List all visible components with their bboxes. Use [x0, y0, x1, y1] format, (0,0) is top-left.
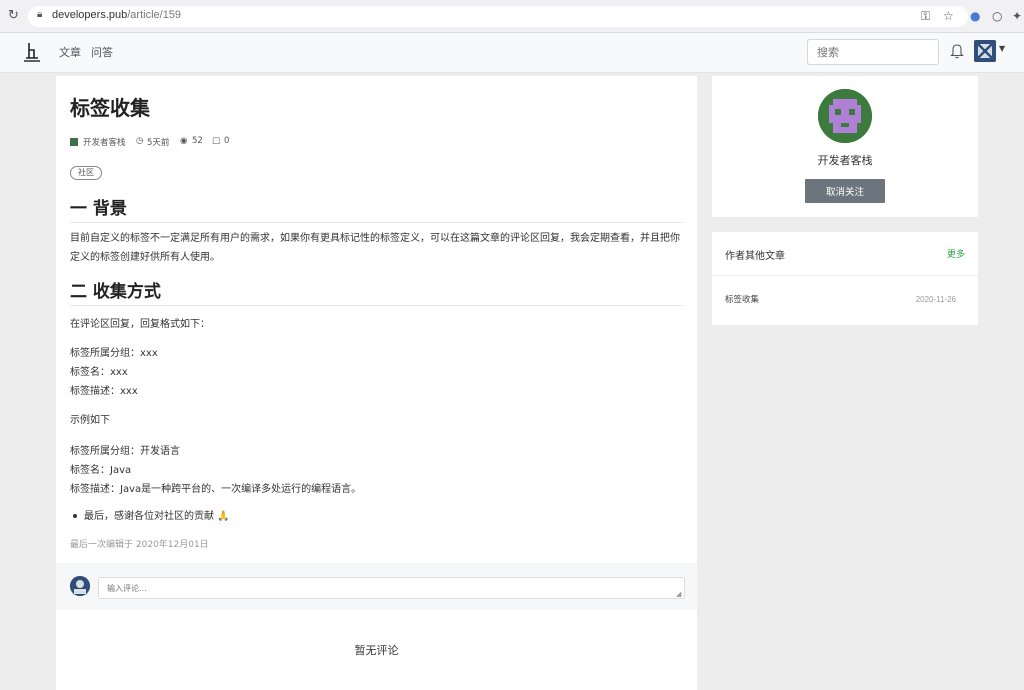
format-line: 标签描述：xxx	[70, 382, 138, 397]
nav-articles[interactable]: 文章	[59, 44, 81, 60]
address-bar[interactable]: 🔒︎ developers.pub/article/159	[28, 6, 968, 27]
example-line: 标签描述：Java是一种跨平台的、一次编译多处运行的编程语言。	[70, 480, 361, 495]
author-name[interactable]: 开发者客栈	[83, 136, 126, 148]
url-text: developers.pub/article/159	[52, 9, 181, 21]
bullet-marker	[73, 514, 77, 518]
reload-icon[interactable]: ↻	[8, 8, 19, 23]
thanks-bullet: 最后，感谢各位对社区的贡献 🙏	[84, 507, 230, 522]
nav-questions[interactable]: 问答	[91, 44, 113, 60]
eye-icon: ◉	[180, 136, 187, 146]
resize-handle-icon[interactable]: ◢	[676, 590, 694, 608]
other-articles-header: 作者其他文章 更多	[712, 232, 978, 276]
comment-icon: □	[212, 136, 220, 146]
author-name-large[interactable]: 开发者客栈	[712, 152, 978, 168]
comment-input[interactable]	[98, 577, 685, 599]
comment-count: 0	[224, 136, 229, 146]
section-heading-background: 一 背景	[70, 194, 683, 223]
comment-bar: ◢	[56, 563, 697, 610]
author-avatar	[70, 138, 78, 146]
unfollow-button[interactable]: 取消关注	[805, 179, 885, 203]
time-ago: 5天前	[147, 136, 169, 148]
format-line: 标签所属分组：xxx	[70, 344, 158, 359]
browser-toolbar: ↻ 🔒︎ developers.pub/article/159 ⚿ ☆ ● ○ …	[0, 0, 1024, 33]
author-avatar-large[interactable]	[818, 89, 872, 143]
url-path: /article/159	[127, 9, 181, 21]
example-line: 标签名：Java	[70, 461, 131, 476]
tag-badge[interactable]: 社区	[70, 166, 102, 180]
lock-icon: 🔒︎	[37, 9, 42, 20]
other-article-link[interactable]: 标签收集	[725, 293, 759, 305]
puzzle-icon[interactable]: ✦	[1012, 9, 1022, 23]
other-articles-title: 作者其他文章	[725, 247, 785, 262]
extension-icon[interactable]: ●	[970, 9, 980, 23]
clock-icon: ◷	[136, 136, 143, 146]
other-articles-card: 作者其他文章 更多 标签收集 2020-11-26	[712, 232, 978, 325]
format-line: 标签名：xxx	[70, 363, 128, 378]
example-label: 示例如下	[70, 411, 110, 426]
more-link[interactable]: 更多	[947, 247, 965, 260]
bookmark-star-icon[interactable]: ☆	[943, 9, 954, 23]
key-icon[interactable]: ⚿	[921, 9, 930, 24]
site-logo-icon[interactable]	[22, 41, 42, 63]
user-avatar[interactable]	[974, 40, 996, 62]
background-paragraph: 目前自定义的标签不一定满足所有用户的需求，如果你有更具标记性的标签定义，可以在这…	[70, 229, 686, 267]
url-host: developers.pub	[52, 9, 127, 21]
article-card: 标签收集 开发者客栈 ◷ 5天前 ◉ 52 □ 0 社区 一 背景 目前自定义的…	[56, 76, 697, 563]
author-card: 开发者客栈 取消关注	[712, 76, 978, 217]
chevron-down-icon[interactable]: ▼	[999, 44, 1005, 53]
search-input[interactable]	[807, 39, 939, 65]
bell-icon[interactable]	[950, 42, 964, 60]
extension-circle-icon[interactable]: ○	[992, 9, 1002, 23]
comments-list: 暂无评论	[56, 610, 697, 690]
intro-text: 在评论区回复，回复格式如下：	[70, 315, 210, 330]
section-heading-collection: 二 收集方式	[70, 277, 683, 306]
last-edited-text: 最后一次编辑于 2020年12月01日	[70, 537, 209, 550]
example-line: 标签所属分组：开发语言	[70, 442, 180, 457]
view-count: 52	[192, 136, 203, 146]
other-article-date: 2020-11-26	[916, 295, 956, 304]
article-title: 标签收集	[70, 92, 150, 121]
site-header: 文章 问答 ▼	[0, 33, 1024, 73]
no-comments-text: 暂无评论	[56, 642, 697, 658]
commenter-avatar	[70, 576, 90, 596]
